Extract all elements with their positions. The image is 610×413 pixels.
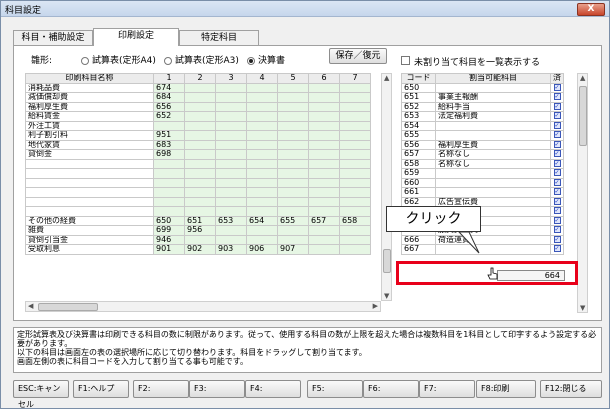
f12-close-button[interactable]: F12:閉じる (540, 380, 602, 398)
notice-line: 以下の科目は画面左の表の選択場所に応じて切り替わります。科目をドラッグして割り当… (17, 348, 367, 357)
esc-cancel-button[interactable]: ESC:キャンセル (13, 380, 69, 409)
settings-window: 科目設定 X 科目・補助設定 印刷設定 特定科目 雛形: 試算表(定形A4) 試… (0, 0, 610, 409)
f1-help-button[interactable]: F1:ヘルプ (73, 380, 129, 398)
f2-button[interactable]: F2: (133, 380, 189, 398)
f6-button[interactable]: F6: (363, 380, 419, 398)
f8-print-button[interactable]: F8:印刷 (476, 380, 536, 398)
notice-box: 定形試算表及び決算書は印刷できる科目の数に制限があります。従って、使用する科目の… (13, 327, 602, 373)
cursor-hand-icon (487, 267, 498, 280)
f4-button[interactable]: F4: (245, 380, 301, 398)
drag-code-box: 664 (497, 270, 565, 281)
f5-button[interactable]: F5: (307, 380, 363, 398)
notice-line: 画面左側の表に科目コードを入力して割り当てる事も可能です。 (17, 357, 248, 366)
f3-button[interactable]: F3: (189, 380, 245, 398)
f7-button[interactable]: F7: (419, 380, 475, 398)
click-callout: クリック (386, 206, 481, 232)
tab-print-settings[interactable]: 印刷設定 (93, 28, 179, 46)
notice-line: 定形試算表及び決算書は印刷できる科目の数に制限があります。従って、使用する科目の… (17, 330, 597, 348)
